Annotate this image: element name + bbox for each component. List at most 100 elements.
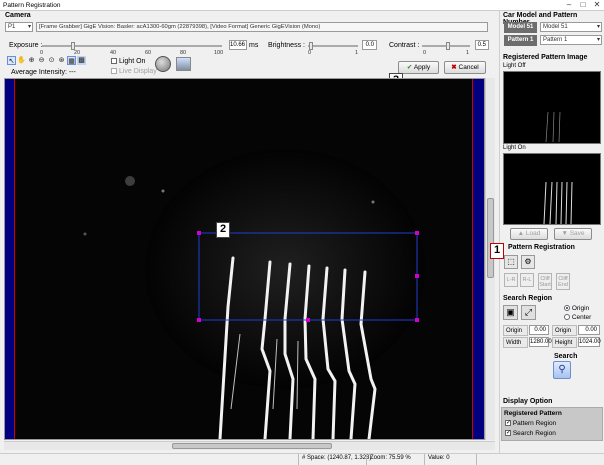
zoom-fit-icon[interactable]: ⊙ <box>47 56 56 65</box>
contrast-slider[interactable] <box>422 42 470 50</box>
light-on-thumbnail <box>543 181 573 225</box>
zoom-in-icon[interactable]: ⊕ <box>27 56 36 65</box>
width-label: Width <box>503 337 528 348</box>
cliff-start-button[interactable]: Cliff Start <box>538 273 552 290</box>
image-icon[interactable] <box>176 57 191 71</box>
camera-image <box>15 79 472 439</box>
search-button[interactable]: ⚲ <box>553 361 571 379</box>
capture-button[interactable] <box>155 56 171 72</box>
search-region-label: Search Region <box>512 430 556 437</box>
brightness-tick: 0 <box>308 50 312 56</box>
check-icon: ✔ <box>406 64 413 71</box>
chevron-down-icon: ▾ <box>596 37 600 43</box>
pattern-region-check-icon: ✓ <box>505 420 512 427</box>
light-on-image <box>503 153 601 225</box>
cancel-button[interactable]: ✖ Cancel <box>444 61 486 74</box>
teach-icon[interactable]: ⚙ <box>521 255 535 269</box>
brightness-slider[interactable] <box>308 42 358 50</box>
exposure-unit: ms <box>249 42 259 49</box>
viewer-right-edge <box>472 79 473 439</box>
vertical-scrollbar[interactable] <box>485 78 495 440</box>
pointer-icon[interactable]: ↖ <box>7 56 16 65</box>
status-separator <box>424 454 425 465</box>
cliff-end-button[interactable]: Cliff End <box>556 273 570 290</box>
zoom-actual-icon[interactable]: ⊛ <box>57 56 66 65</box>
exposure-tick: 40 <box>110 50 117 56</box>
center-radio[interactable]: Center <box>564 314 591 321</box>
center-radio-label: Center <box>571 314 592 321</box>
camera-info-field: [Frame Grabber] GigE Vision: Basler: acA… <box>36 22 488 32</box>
status-space: # Space: (1240.87, 1.323) <box>302 455 372 461</box>
origin-y-input[interactable]: 0.00 <box>578 325 600 335</box>
origin-radio[interactable]: Origin <box>564 305 589 312</box>
horizontal-scrollbar[interactable] <box>4 441 495 450</box>
callout-1: 1 <box>490 243 504 259</box>
origin-radio-label: Origin <box>571 305 590 312</box>
grid-icon[interactable]: ▦ <box>67 56 76 65</box>
pattern-button[interactable]: Pattern 1 <box>504 35 537 46</box>
exposure-slider-thumb[interactable] <box>71 42 75 50</box>
search-icon: ⚲ <box>558 364 566 375</box>
port-select[interactable]: P1 ▾ <box>5 22 33 32</box>
display-option-group: Registered Pattern ✓ Pattern Region ✓ Se… <box>501 407 603 441</box>
exposure-slider[interactable] <box>42 42 222 50</box>
select-region-icon[interactable]: ▣ <box>503 305 518 320</box>
brightness-label: Brightness : <box>268 42 305 49</box>
viewer-left-bar <box>5 79 14 439</box>
pattern-region-checkbox[interactable]: ✓ Pattern Region <box>505 420 556 427</box>
image-viewer[interactable] <box>4 78 485 440</box>
apply-label: Apply <box>413 64 431 71</box>
vertical-scrollbar-thumb[interactable] <box>487 198 494 278</box>
cancel-icon: ✖ <box>451 64 457 71</box>
width-input[interactable]: 1280.00 <box>529 337 552 347</box>
zoom-out-icon[interactable]: ⊖ <box>37 56 46 65</box>
contrast-tick: 0 <box>423 50 427 56</box>
maximize-button[interactable]: □ <box>576 0 590 10</box>
save-label: Save <box>569 230 585 237</box>
contrast-label: Contrast : <box>389 42 420 49</box>
exposure-label: Exposure : <box>9 42 43 49</box>
contrast-slider-thumb[interactable] <box>446 42 450 50</box>
status-separator <box>476 454 477 465</box>
load-icon: ▲ <box>517 230 525 237</box>
save-button[interactable]: ▼ Save <box>554 228 592 240</box>
live-display-checkbox[interactable]: Live Display <box>111 68 157 75</box>
light-on-check-icon <box>111 58 117 65</box>
contrast-tick: 1 <box>466 50 470 56</box>
light-on-checkbox[interactable]: Light On <box>111 58 145 65</box>
chevron-down-icon: ▾ <box>27 24 31 30</box>
light-on-label: Light On <box>118 58 146 65</box>
lr-button[interactable]: L-R <box>504 273 518 287</box>
pan-icon[interactable]: ✋ <box>17 56 26 65</box>
horizontal-scrollbar-thumb[interactable] <box>172 443 332 449</box>
overlay-icon[interactable]: ▩ <box>77 56 86 65</box>
model-select[interactable]: Model 51 ▾ <box>540 22 602 32</box>
status-bar: # Space: (1240.87, 1.323) Zoom: 75.59 % … <box>0 453 604 465</box>
model-button[interactable]: Model 51 <box>504 22 537 33</box>
origin-x-input[interactable]: 0.00 <box>529 325 549 335</box>
close-button[interactable]: ✕ <box>590 0 604 10</box>
load-label: Load <box>525 230 541 237</box>
pattern-registration-title: Pattern Registration <box>508 244 575 251</box>
port-select-value: P1 <box>8 24 16 30</box>
minimize-button[interactable]: – <box>562 0 576 10</box>
contrast-value[interactable]: 0.5 <box>475 40 489 50</box>
apply-button[interactable]: ✔ Apply <box>398 61 439 74</box>
search-region-checkbox[interactable]: ✓ Search Region <box>505 430 556 437</box>
exposure-value[interactable]: 10.66 <box>229 40 247 50</box>
origin-radio-icon <box>564 305 570 312</box>
search-region-check-icon: ✓ <box>505 430 512 437</box>
exposure-tick: 60 <box>145 50 152 56</box>
draw-region-icon[interactable]: ⬚ <box>504 255 518 269</box>
load-button[interactable]: ▲ Load <box>510 228 548 240</box>
brightness-slider-thumb[interactable] <box>309 42 313 50</box>
rl-button[interactable]: R-L <box>520 273 534 287</box>
brightness-value[interactable]: 0.0 <box>362 40 377 50</box>
height-input[interactable]: 1024.00 <box>578 337 601 347</box>
light-off-image <box>503 71 601 144</box>
pattern-select[interactable]: Pattern 1 ▾ <box>540 35 602 45</box>
expand-region-icon[interactable]: ⤢ <box>521 305 536 320</box>
viewer-right-bar <box>473 79 484 439</box>
light-on-image-label: Light On <box>503 145 526 151</box>
search-title: Search <box>554 353 578 360</box>
